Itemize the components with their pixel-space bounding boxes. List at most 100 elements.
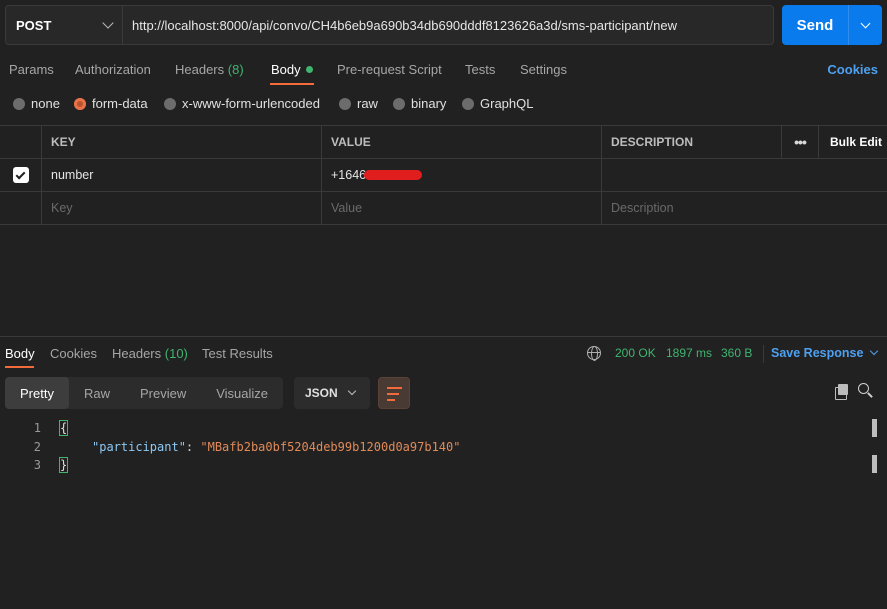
tab-authorization[interactable]: Authorization [75, 62, 151, 77]
radio-urlencoded[interactable]: x-www-form-urlencoded [164, 96, 320, 111]
scrollbar-thumb[interactable] [872, 419, 877, 437]
tab-tests[interactable]: Tests [465, 62, 495, 77]
chevron-down-icon [102, 17, 114, 29]
send-button[interactable]: Send [782, 5, 849, 45]
globe-icon[interactable] [587, 346, 601, 361]
value-text: +1646 [331, 168, 367, 182]
more-options-button[interactable]: ••• [781, 126, 818, 158]
radio-circle-icon [393, 97, 405, 110]
value-cell[interactable]: +1646 [321, 159, 601, 191]
code-text: "participant": "MBafb2ba0bf5204deb99b120… [92, 438, 460, 457]
method-select[interactable]: POST [6, 6, 123, 44]
radio-label: GraphQL [480, 96, 534, 111]
radio-none[interactable]: none [13, 96, 60, 111]
key-placeholder[interactable]: Key [41, 192, 321, 224]
wrap-lines-button[interactable] [378, 377, 410, 409]
json-value: "MBafb2ba0bf5204deb99b1200d0a97b140" [200, 439, 461, 454]
radio-label: form-data [92, 96, 148, 111]
line-number: 1 [33, 421, 41, 435]
view-mode-selector: Pretty Raw Preview Visualize [5, 377, 284, 409]
response-tab-body[interactable]: Body [5, 346, 35, 361]
headers-count-badge: (8) [227, 62, 244, 77]
response-tab-test-results[interactable]: Test Results [202, 346, 273, 361]
checkbox-icon [12, 167, 29, 183]
code-line: 2 "participant": "MBafb2ba0bf5204deb99b1… [0, 438, 887, 457]
json-key: "participant" [92, 439, 186, 454]
row-spacer [0, 192, 41, 224]
close-brace: } [58, 457, 69, 473]
response-tab-cookies[interactable]: Cookies [50, 346, 97, 361]
radio-graphql[interactable]: GraphQL [462, 96, 533, 111]
value-placeholder[interactable]: Value [321, 192, 601, 224]
radio-label: x-www-form-urlencoded [182, 96, 320, 111]
radio-binary[interactable]: binary [393, 96, 446, 111]
form-data-table: KEY VALUE DESCRIPTION ••• Bulk Edit numb… [0, 125, 887, 225]
chevron-down-icon [870, 346, 879, 356]
key-cell[interactable]: number [41, 159, 321, 191]
view-preview-button[interactable]: Preview [125, 377, 201, 409]
body-type-options: none form-data x-www-form-urlencoded raw… [0, 96, 887, 114]
column-header-key: KEY [41, 126, 321, 158]
code-line: 1 { [0, 419, 887, 438]
status-code[interactable]: 200 OK [615, 346, 656, 360]
cookies-link[interactable]: Cookies [827, 62, 878, 77]
table-header-row: KEY VALUE DESCRIPTION ••• Bulk Edit [0, 126, 887, 159]
tab-params[interactable]: Params [9, 62, 54, 77]
table-row-empty: Key Value Description [0, 192, 887, 225]
redaction-mark [364, 170, 423, 180]
bulk-edit-button[interactable]: Bulk Edit [818, 126, 887, 158]
wrap-lines-icon-bar [387, 393, 399, 395]
response-size[interactable]: 360 B [721, 346, 752, 360]
save-response-label: Save Response [771, 346, 864, 360]
tab-prerequest-script[interactable]: Pre-request Script [337, 62, 442, 77]
table-row: number +1646 [0, 159, 887, 192]
view-visualize-button[interactable]: Visualize [201, 377, 283, 409]
code-text: { [58, 419, 69, 438]
radio-circle-icon [462, 97, 474, 110]
active-tab-indicator [270, 83, 314, 85]
search-icon[interactable] [858, 383, 873, 398]
column-header-value: VALUE [321, 126, 601, 158]
json-colon: : [185, 439, 201, 454]
view-raw-button[interactable]: Raw [69, 377, 125, 409]
send-options-dropdown[interactable] [849, 5, 882, 45]
active-response-tab-indicator [5, 366, 34, 368]
copy-icon[interactable] [835, 384, 849, 400]
view-pretty-button[interactable]: Pretty [5, 377, 69, 409]
response-tabs: Body Cookies Headers (10) Test Results 2… [0, 337, 887, 369]
row-enable-checkbox[interactable] [0, 159, 41, 191]
response-headers-count: (10) [164, 346, 188, 361]
more-icon: ••• [794, 134, 807, 150]
save-response-button[interactable]: Save Response [771, 346, 879, 360]
request-url-bar: POST http://localhost:8000/api/convo/CH4… [5, 5, 774, 45]
radio-label: raw [357, 96, 378, 111]
response-time[interactable]: 1897 ms [666, 346, 712, 360]
format-label: JSON [305, 386, 338, 400]
response-body-viewer[interactable]: 1 { 2 "participant": "MBafb2ba0bf5204deb… [0, 419, 887, 475]
radio-form-data[interactable]: form-data [74, 96, 148, 111]
chevron-down-icon [347, 386, 357, 396]
radio-raw[interactable]: raw [339, 96, 378, 111]
wrap-lines-icon [387, 387, 402, 389]
tab-settings[interactable]: Settings [520, 62, 567, 77]
tab-body[interactable]: Body [271, 62, 313, 77]
format-select[interactable]: JSON [294, 377, 370, 409]
tab-headers[interactable]: Headers (8) [175, 62, 244, 77]
response-tab-headers[interactable]: Headers (10) [112, 346, 188, 361]
description-cell[interactable] [601, 159, 887, 191]
column-header-description: DESCRIPTION [601, 126, 781, 158]
radio-circle-icon [13, 97, 25, 110]
divider [763, 345, 764, 363]
open-brace: { [58, 420, 69, 436]
code-line: 3 } [0, 456, 887, 475]
url-input[interactable]: http://localhost:8000/api/convo/CH4b6eb9… [123, 6, 773, 44]
description-placeholder[interactable]: Description [601, 192, 887, 224]
radio-label: none [31, 96, 60, 111]
line-number: 3 [33, 458, 41, 472]
radio-circle-icon [339, 97, 351, 110]
tab-headers-label: Headers [175, 62, 225, 77]
response-headers-label: Headers [112, 346, 162, 361]
scrollbar-thumb[interactable] [872, 455, 877, 473]
active-dot-icon [305, 66, 313, 73]
method-label: POST [16, 17, 52, 33]
